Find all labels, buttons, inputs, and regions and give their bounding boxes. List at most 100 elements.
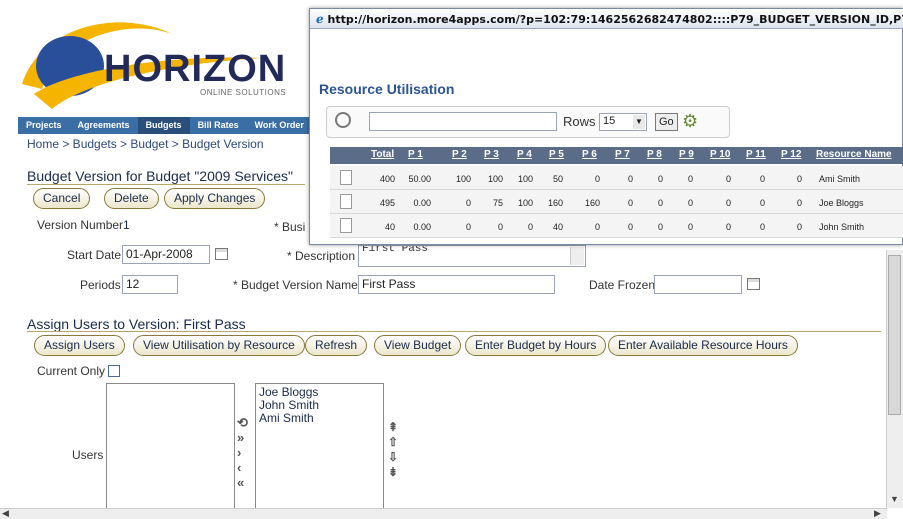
column-header[interactable]: P 9	[679, 149, 694, 160]
budget-version-name-field[interactable]: First Pass	[358, 275, 555, 294]
scroll-right-icon[interactable]: ▶	[874, 508, 881, 519]
table-cell: 50	[552, 174, 563, 184]
column-header[interactable]: P 4	[517, 149, 532, 160]
delete-button[interactable]: Delete	[104, 188, 159, 209]
url-text: http://horizon.more4apps.com/?p=102:79:1…	[327, 13, 903, 26]
assign-divider	[27, 331, 881, 332]
enter-available-hours-button[interactable]: Enter Available Resource Hours	[608, 335, 798, 356]
horizontal-scrollbar[interactable]	[0, 508, 887, 519]
move-bottom-icon[interactable]: ⇟	[388, 465, 398, 480]
logo-subtitle: ONLINE SOLUTIONS	[200, 88, 287, 97]
column-header[interactable]: P 5	[549, 149, 564, 160]
scroll-down-icon[interactable]: ▼	[888, 494, 901, 506]
move-all-right-icon[interactable]: »	[237, 430, 248, 445]
periods-label: Periods	[80, 278, 121, 292]
move-down-icon[interactable]: ⇩	[388, 450, 398, 465]
description-label: * Description	[287, 249, 356, 263]
table-cell: 0	[725, 174, 731, 184]
column-header[interactable]: Total	[371, 149, 394, 160]
start-date-calendar-icon[interactable]	[215, 248, 228, 260]
cancel-button[interactable]: Cancel	[33, 188, 91, 209]
column-header[interactable]: P 2	[452, 149, 467, 160]
nav-tab-bill-rates[interactable]: Bill Rates	[190, 117, 247, 134]
breadcrumb[interactable]: Home > Budgets > Budget > Budget Version	[27, 137, 264, 151]
move-all-left-icon[interactable]: «	[237, 475, 248, 490]
start-date-field[interactable]: 01-Apr-2008	[122, 245, 210, 264]
move-left-icon[interactable]: ‹	[237, 460, 248, 475]
scroll-left-icon[interactable]: ◀	[2, 508, 9, 519]
move-right-icon[interactable]: ›	[237, 445, 248, 460]
table-cell: 0	[657, 222, 663, 232]
move-top-icon[interactable]: ⇞	[388, 420, 398, 435]
current-only-checkbox[interactable]	[108, 365, 120, 377]
move-up-icon[interactable]: ⇧	[388, 435, 398, 450]
table-cell: 0.00	[413, 198, 431, 208]
table-cell: 400	[379, 174, 395, 184]
column-header[interactable]: P 3	[484, 149, 499, 160]
column-header[interactable]: P 7	[615, 149, 630, 160]
view-utilisation-button[interactable]: View Utilisation by Resource	[133, 335, 305, 356]
date-frozen-calendar-icon[interactable]	[747, 278, 760, 290]
table-cell: 0	[796, 198, 802, 208]
table-cell: 100	[455, 174, 471, 184]
table-cell: 0	[687, 174, 693, 184]
start-date-label: Start Date	[67, 248, 122, 262]
refresh-button[interactable]: Refresh	[305, 335, 368, 356]
table-cell: 0.00	[413, 222, 431, 232]
nav-bar: Projects Agreements Budgets Bill Rates Work …	[18, 117, 318, 134]
search-icon[interactable]	[335, 112, 351, 128]
column-header[interactable]: P 10	[710, 149, 730, 160]
chevron-down-icon[interactable]: ▼	[633, 115, 645, 129]
table-cell: 0	[594, 174, 600, 184]
go-button[interactable]: Go	[655, 113, 678, 131]
column-header[interactable]: Resource Name	[816, 149, 892, 160]
view-budget-button[interactable]: View Budget	[374, 335, 462, 356]
resource-utilisation-popup: ℯ http://horizon.more4apps.com/?p=102:79…	[309, 8, 903, 245]
order-controls: ⇞ ⇧ ⇩ ⇟	[388, 420, 398, 480]
table-cell: 75	[492, 198, 503, 208]
column-header[interactable]: P 12	[781, 149, 801, 160]
enter-budget-by-hours-button[interactable]: Enter Budget by Hours	[465, 335, 607, 356]
table-cell: 0	[465, 198, 471, 208]
shuttle-controls: ⟲ » › ‹ «	[237, 415, 248, 490]
edit-document-icon[interactable]	[340, 170, 352, 185]
periods-field[interactable]: 12	[122, 275, 178, 294]
column-header[interactable]: P 1	[408, 149, 423, 160]
column-header[interactable]: P 6	[582, 149, 597, 160]
description-scroll-arrow-icon[interactable]	[570, 247, 584, 265]
table-row: 40 0.00 0 0 0 40 0 0 0 0 0 0 0 John Smith	[330, 214, 903, 238]
business-label: * Busi	[274, 220, 306, 234]
column-header[interactable]: P 11	[746, 149, 766, 160]
available-users-list[interactable]	[106, 383, 235, 509]
vertical-scroll-thumb[interactable]	[888, 255, 901, 415]
search-panel: Rows 15 ▼ Go ⚙	[326, 106, 730, 138]
rows-label: Rows	[563, 114, 596, 129]
rows-select[interactable]: 15 ▼	[599, 113, 647, 131]
url-bar[interactable]: ℯ http://horizon.more4apps.com/?p=102:79…	[310, 9, 903, 29]
edit-document-icon[interactable]	[340, 218, 352, 233]
nav-tab-agreements[interactable]: Agreements	[70, 117, 138, 134]
description-field[interactable]: First Pass	[358, 245, 586, 267]
search-input[interactable]	[369, 112, 557, 131]
selected-user-item[interactable]: Ami Smith	[259, 412, 380, 425]
table-row: 495 0.00 0 75 100 160 160 0 0 0 0 0 0 Joe Bloggs	[330, 190, 903, 214]
nav-tab-budgets[interactable]: Budgets	[137, 117, 190, 134]
reset-icon[interactable]: ⟲	[237, 415, 248, 430]
selected-users-list[interactable]: Joe Bloggs John Smith Ami Smith	[255, 383, 384, 509]
edit-document-icon[interactable]	[340, 194, 352, 209]
apply-changes-button[interactable]: Apply Changes	[164, 188, 266, 209]
nav-tab-projects[interactable]: Projects	[18, 117, 70, 134]
column-header[interactable]: P 8	[647, 149, 662, 160]
gear-icon[interactable]: ⚙	[682, 111, 698, 132]
version-number-label: Version Number	[37, 218, 124, 232]
version-number-value: 1	[123, 218, 130, 232]
table-cell: 0	[497, 222, 503, 232]
date-frozen-field[interactable]	[654, 275, 742, 294]
nav-tab-work-order[interactable]: Work Order	[247, 117, 312, 134]
assign-users-button[interactable]: Assign Users	[34, 335, 125, 356]
table-cell: 100	[487, 174, 503, 184]
current-only-label: Current Only	[37, 364, 106, 378]
description-value: First Pass	[362, 245, 429, 255]
table-cell: 0	[594, 222, 600, 232]
table-cell: Joe Bloggs	[819, 198, 864, 208]
